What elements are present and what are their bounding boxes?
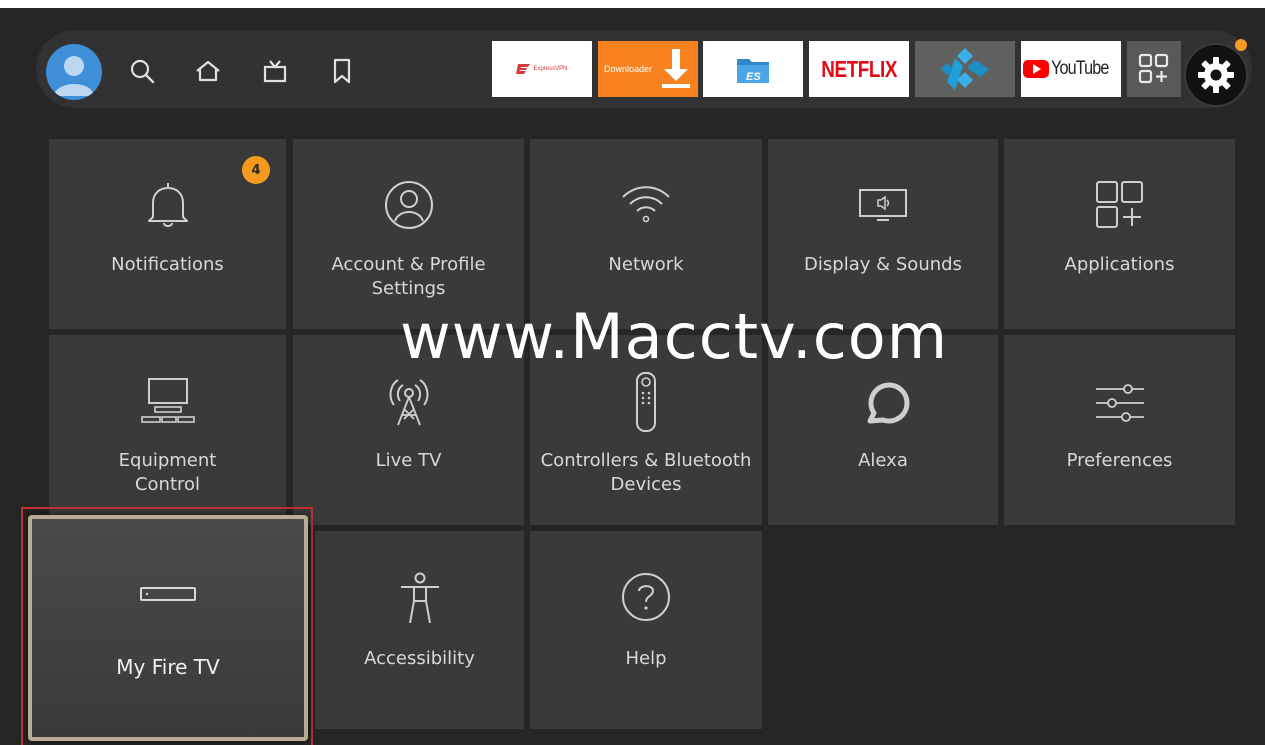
alexa-icon xyxy=(867,382,910,424)
display-speaker-icon xyxy=(859,189,907,221)
app-expressvpn[interactable]: ExpressVPN xyxy=(492,41,592,97)
search-icon[interactable] xyxy=(127,56,157,86)
fire-tv-settings-screen: ExpressVPN Downloader ES NETFLIX YouTube xyxy=(0,8,1265,745)
tile-equipment-label: Equipment Control xyxy=(118,450,217,495)
bell-icon xyxy=(147,183,188,227)
tile-accessibility[interactable]: Accessibility xyxy=(315,531,524,729)
tile-accessibility-label: Accessibility xyxy=(364,648,475,669)
accessibility-icon xyxy=(400,572,439,624)
app-downloader[interactable]: Downloader xyxy=(598,41,698,97)
help-question-icon xyxy=(622,573,670,621)
tile-equipment-control[interactable]: Equipment Control xyxy=(49,335,286,525)
all-apps-button[interactable] xyxy=(1127,41,1181,97)
live-tv-icon[interactable] xyxy=(260,56,290,86)
netflix-label: NETFLIX xyxy=(821,55,897,82)
account-profile-icon xyxy=(384,181,433,229)
antenna-icon xyxy=(389,379,428,426)
tile-notifications-label: Notifications xyxy=(111,254,224,275)
tile-applications-label: Applications xyxy=(1064,254,1175,275)
applications-grid-icon xyxy=(1095,181,1143,228)
bookmark-icon[interactable] xyxy=(327,56,357,86)
tile-my-fire-tv[interactable]: My Fire TV xyxy=(28,515,308,741)
tile-account-label: Account & Profile Settings xyxy=(331,254,486,299)
app-kodi[interactable] xyxy=(915,41,1015,97)
es-folder-icon: ES xyxy=(737,59,769,83)
home-icon[interactable] xyxy=(193,56,223,86)
sliders-icon xyxy=(1095,384,1144,422)
tile-preferences-label: Preferences xyxy=(1066,450,1173,471)
fire-tv-device-icon xyxy=(140,587,196,601)
tile-applications[interactable]: Applications xyxy=(1004,139,1235,329)
app-grid-icon xyxy=(1138,53,1169,84)
expressvpn-label: ExpressVPN xyxy=(533,66,568,72)
tile-notifications[interactable]: 4 Notifications xyxy=(49,139,286,329)
gear-icon xyxy=(1198,57,1234,93)
wifi-icon xyxy=(622,186,670,223)
app-youtube[interactable]: YouTube xyxy=(1021,41,1121,97)
remote-control-icon xyxy=(636,372,656,432)
tile-myfiretv-label: My Fire TV xyxy=(116,655,220,679)
notification-count-badge: 4 xyxy=(242,156,270,184)
youtube-label: YouTube xyxy=(1051,58,1109,79)
app-es-file-explorer[interactable]: ES xyxy=(703,41,803,97)
user-avatar-icon xyxy=(54,56,94,96)
expressvpn-logo-icon xyxy=(516,64,531,74)
tile-help[interactable]: Help xyxy=(530,531,762,729)
download-arrow-icon xyxy=(662,49,690,88)
user-avatar[interactable] xyxy=(46,44,102,100)
youtube-play-icon xyxy=(1023,60,1050,78)
tile-network-label: Network xyxy=(608,254,684,275)
app-netflix[interactable]: NETFLIX xyxy=(809,41,909,97)
tile-livetv-label: Live TV xyxy=(375,450,442,471)
watermark-text: www.Macctv.com xyxy=(400,300,949,373)
equipment-control-icon xyxy=(140,378,195,423)
settings-notification-dot xyxy=(1235,39,1247,51)
downloader-label: Downloader xyxy=(604,64,653,74)
settings-button[interactable] xyxy=(1184,43,1248,107)
es-label: ES xyxy=(746,71,761,83)
tile-help-label: Help xyxy=(625,648,667,669)
tile-preferences[interactable]: Preferences xyxy=(1004,335,1235,525)
tile-controllers-label: Controllers & Bluetooth Devices xyxy=(540,450,752,495)
tile-alexa-label: Alexa xyxy=(858,450,908,471)
tile-display-label: Display & Sounds xyxy=(804,254,962,275)
kodi-icon xyxy=(941,48,989,90)
